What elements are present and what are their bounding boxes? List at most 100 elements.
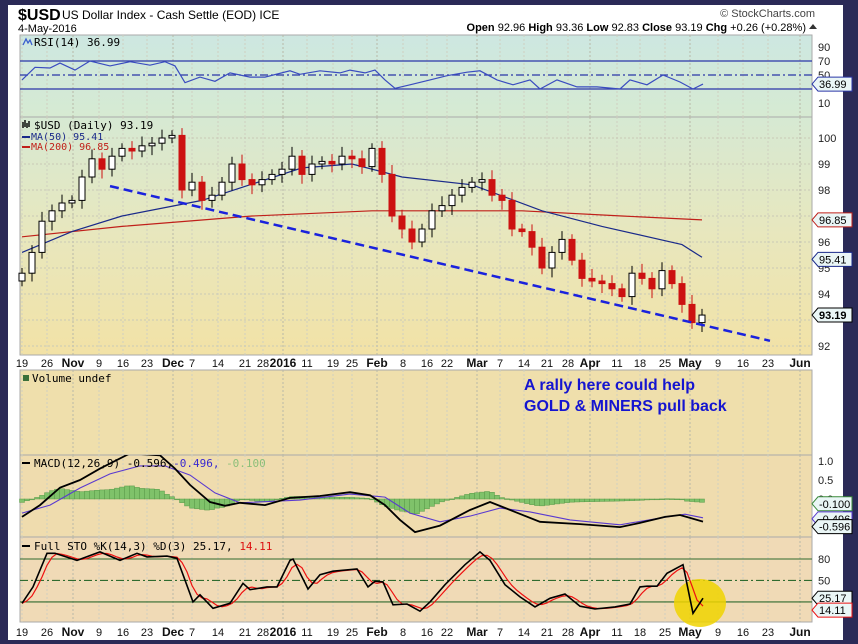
- x-tick-label: 25: [346, 627, 358, 639]
- macd-histogram-bar: [199, 498, 205, 510]
- rsi-value-tag: 36.99: [811, 76, 853, 92]
- candle-body: [328, 160, 336, 165]
- candle-body: [408, 228, 416, 243]
- candle-body: [198, 181, 206, 201]
- volume-icon: [23, 375, 29, 381]
- x-tick-label: 8: [400, 358, 406, 370]
- macd-histogram-bar: [604, 498, 610, 502]
- stockchart-window: $USD US Dollar Index - Cash Settle (EOD)…: [0, 0, 858, 644]
- macd-histogram-bar: [664, 498, 670, 500]
- candle-body: [448, 194, 456, 207]
- x-tick-label: 11: [611, 358, 622, 370]
- candle-body: [28, 251, 36, 274]
- x-tick-label: 16: [737, 627, 749, 639]
- candle-body: [538, 246, 546, 269]
- rsi-label: RSI(14) 36.99: [34, 36, 120, 49]
- ma200-label: MA(200) 96.85: [31, 142, 109, 153]
- macd-histogram-bar: [659, 498, 665, 500]
- x-tick-label: 9: [715, 358, 721, 370]
- x-tick-label: 19: [327, 627, 339, 639]
- candle-body: [78, 176, 86, 201]
- candle-body: [678, 283, 686, 305]
- macd-histogram-bar: [174, 498, 180, 501]
- macd-histogram-bar: [244, 498, 250, 501]
- x-tick-label: 21: [541, 358, 553, 370]
- candle-body: [478, 179, 486, 183]
- x-tick-label: 9: [96, 627, 102, 639]
- macd-value-tag-text: -0.596: [819, 522, 850, 534]
- macd-histogram-bar: [239, 498, 245, 501]
- candle-body: [318, 160, 326, 165]
- rsi-panel: [19, 34, 813, 118]
- macd-histogram-bar: [424, 498, 430, 510]
- macd-histogram-bar: [274, 498, 280, 501]
- candle-body: [48, 210, 56, 222]
- candle-body: [258, 179, 266, 186]
- macd-histogram-bar: [549, 498, 555, 505]
- x-tick-label: 7: [497, 358, 503, 370]
- ohlc-line: Open 92.96 High 93.36 Low 92.83 Close 93…: [467, 22, 806, 34]
- open-value: 92.96: [498, 22, 526, 34]
- candle-body: [298, 155, 306, 175]
- x-tick-label: 23: [141, 358, 153, 370]
- x-tick-label: 21: [239, 358, 251, 370]
- macd-histogram-bar: [19, 498, 25, 503]
- candle-body: [508, 199, 516, 230]
- candle-body: [338, 155, 346, 165]
- macd-histogram-bar: [359, 497, 365, 500]
- candle-body: [208, 194, 216, 201]
- candle-body: [688, 303, 696, 324]
- macd-histogram-bar: [419, 498, 425, 512]
- x-tick-label: 2016: [270, 356, 297, 370]
- price-tick-label: 100: [818, 133, 836, 145]
- close-value: 93.19: [675, 22, 703, 34]
- macd-histogram-bar: [574, 498, 580, 503]
- macd-histogram-bar: [504, 498, 510, 500]
- macd-hist-value: -0.100: [226, 457, 266, 470]
- macd-histogram-bar: [134, 487, 140, 500]
- x-tick-label: Nov: [62, 356, 85, 370]
- candle-body: [518, 228, 526, 233]
- macd-histogram-bar: [649, 498, 655, 501]
- candle-body: [628, 272, 636, 298]
- x-tick-label: Feb: [366, 625, 387, 639]
- macd-histogram-bar: [674, 498, 680, 500]
- candle-body: [158, 137, 166, 144]
- macd-histogram-bar: [94, 490, 100, 500]
- ma50-value-tag-text: 95.41: [819, 254, 847, 266]
- instrument-name: US Dollar Index - Cash Settle (EOD) ICE: [62, 8, 279, 22]
- x-tick-label: 28: [562, 627, 574, 639]
- macd-value-tag: -0.596: [811, 519, 853, 535]
- macd-hist-tag: -0.100: [811, 496, 853, 512]
- candle-body: [428, 210, 436, 230]
- macd-histogram-bar: [589, 498, 595, 502]
- x-tick-label: 16: [421, 627, 433, 639]
- macd-label: MACD(12,26,9) -0.596,-0.496, -0.100: [34, 457, 266, 470]
- price-tick-label: 96: [818, 237, 830, 249]
- macd-histogram-bar: [169, 496, 175, 500]
- x-tick-label: May: [678, 625, 702, 639]
- macd-histogram-bar: [269, 498, 275, 501]
- macd-histogram-bar: [149, 488, 155, 500]
- macd-histogram-bar: [324, 497, 330, 500]
- candle-body: [168, 134, 176, 139]
- macd-histogram-bar: [559, 498, 565, 504]
- candle-body: [358, 158, 366, 168]
- chg-label: Chg: [706, 22, 727, 34]
- x-tick-label: Jun: [789, 356, 810, 370]
- x-tick-label: Mar: [466, 625, 488, 639]
- x-tick-label: 26: [41, 358, 53, 370]
- symbol: $USD: [18, 7, 61, 24]
- candle-body: [38, 220, 46, 253]
- x-tick-label: Nov: [62, 625, 85, 639]
- macd-histogram-bar: [689, 498, 695, 502]
- macd-histogram-bar: [444, 498, 450, 501]
- x-tick-label: Dec: [162, 356, 184, 370]
- x-tick-label: 28: [562, 358, 574, 370]
- x-tick-label: 21: [541, 627, 553, 639]
- x-tick-label: 21: [239, 627, 251, 639]
- high-label: High: [528, 22, 553, 34]
- macd-histogram-bar: [634, 498, 640, 501]
- annotation-line-1: A rally here could help: [524, 377, 695, 394]
- candle-body: [458, 186, 466, 196]
